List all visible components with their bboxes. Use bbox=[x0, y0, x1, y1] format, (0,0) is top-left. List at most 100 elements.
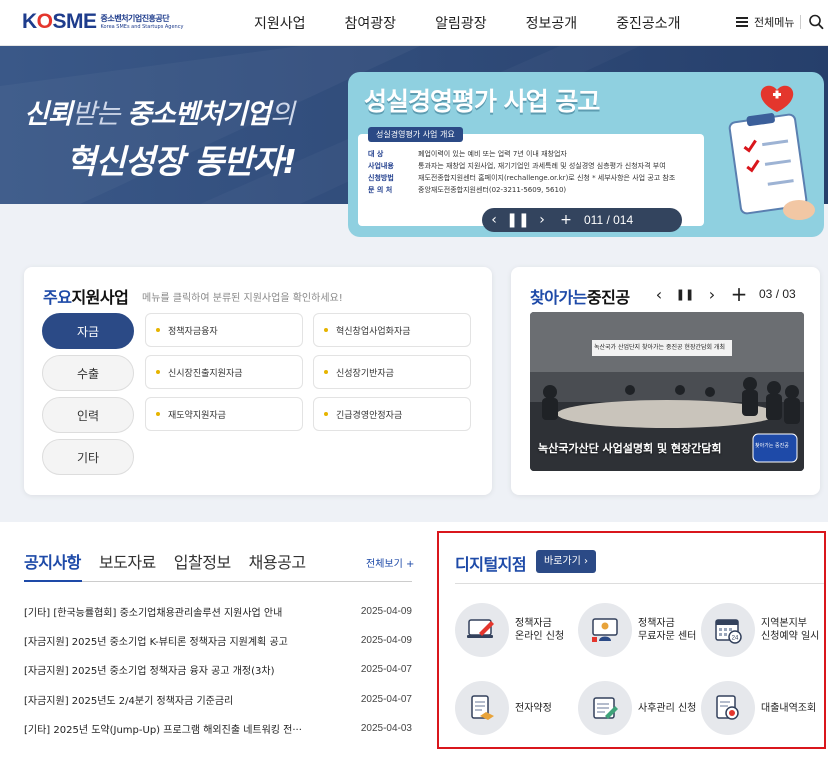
bullet-dot-icon bbox=[156, 370, 160, 374]
tab-press[interactable]: 보도자료 bbox=[99, 549, 156, 573]
pause-icon[interactable]: ❚❚ bbox=[676, 283, 694, 305]
nav-news[interactable]: 알림광장 bbox=[435, 13, 487, 33]
active-tab-underline bbox=[24, 580, 82, 582]
service-label-line2: 신청예약 일시 bbox=[761, 631, 820, 642]
pause-icon[interactable]: ❚❚ bbox=[506, 208, 530, 232]
program-label: 신성장기반자금 bbox=[336, 368, 394, 379]
all-menu-button[interactable]: 전체메뉴 bbox=[736, 14, 794, 30]
service-consulting-center[interactable]: 정책자금 무료자문 센터 bbox=[578, 603, 696, 657]
banner-row: 사업내용 통과자는 재창업 지원사업, 재기기업인 과세특례 및 성실경영 심층평… bbox=[368, 160, 698, 172]
view-all-link[interactable]: 전체보기 + bbox=[366, 555, 414, 570]
category-tab-export[interactable]: 수출 bbox=[42, 355, 134, 391]
chevron-left-icon[interactable]: ‹ bbox=[482, 208, 506, 232]
tab-recruit[interactable]: 채용공고 bbox=[249, 549, 306, 573]
photo-badge-text: 찾아가는 중진공 bbox=[755, 443, 789, 449]
svg-text:24: 24 bbox=[732, 636, 739, 642]
bullet-dot-icon bbox=[324, 412, 328, 416]
banner-row-key: 신청방법 bbox=[368, 174, 394, 182]
bullet-dot-icon bbox=[324, 370, 328, 374]
notice-date: 2025-04-07 bbox=[360, 663, 412, 675]
plus-icon[interactable]: + bbox=[554, 208, 578, 232]
service-label: 지역본지부신청예약 일시 bbox=[761, 617, 819, 643]
aftercare-icon bbox=[578, 681, 632, 735]
program-item[interactable]: 재도약지원자금 bbox=[145, 397, 303, 431]
program-item[interactable]: 정책자금융자 bbox=[145, 313, 303, 347]
search-icon[interactable] bbox=[808, 13, 824, 31]
plus-icon[interactable]: + bbox=[730, 282, 748, 306]
visit-title: 찾아가는중진공 bbox=[530, 284, 630, 308]
notice-title: [기타] [한국능률협회] 중소기업채용관리솔루션 지원사업 안내 bbox=[24, 607, 283, 619]
category-tab-funding[interactable]: 자금 bbox=[42, 313, 134, 349]
hamburger-icon bbox=[736, 17, 748, 27]
service-e-contract[interactable]: 전자약정 bbox=[455, 681, 552, 735]
notice-item[interactable]: [자금지원] 2025년 중소기업 K-뷰티론 정책자금 지원계획 공고 2025… bbox=[24, 631, 412, 649]
banner-row-key: 대 상 bbox=[368, 150, 384, 158]
program-item[interactable]: 신시장진출지원자금 bbox=[145, 355, 303, 389]
program-item[interactable]: 혁신창업사업화자금 bbox=[313, 313, 471, 347]
visit-title-rest: 중진공 bbox=[586, 288, 630, 307]
chevron-left-icon[interactable]: ‹ bbox=[650, 283, 668, 305]
consulting-center-icon bbox=[578, 603, 632, 657]
digital-branch-title: 디지털지점 bbox=[455, 555, 527, 574]
main-support-card: 주요지원사업 메뉴를 클릭하여 분류된 지원사업을 확인하세요! 자금 수출 인… bbox=[24, 267, 492, 495]
logo-subtitle: 중소벤처기업진흥공단 Korea SMEs and Startups Agenc… bbox=[101, 14, 184, 30]
tab-bids[interactable]: 입찰정보 bbox=[174, 549, 231, 573]
site-header: KOSME 중소벤처기업진흥공단 Korea SMEs and Startups… bbox=[0, 0, 828, 46]
notice-date: 2025-04-09 bbox=[360, 605, 412, 617]
banner-row: 대 상 폐업이력이 있는 예비 또는 업력 7년 이내 재창업자 bbox=[368, 148, 698, 160]
service-aftercare[interactable]: 사후관리 신청 bbox=[578, 681, 696, 735]
page-root: KOSME 중소벤처기업진흥공단 Korea SMEs and Startups… bbox=[0, 0, 828, 768]
notice-tabs: 공지사항 보도자료 입찰정보 채용공고 bbox=[24, 549, 324, 573]
online-application-icon bbox=[455, 603, 509, 657]
banner-row-key: 사업내용 bbox=[368, 162, 394, 170]
slogan-line-1: 신뢰받는 중소벤처기업의 bbox=[24, 92, 296, 131]
promo-banner[interactable]: 성실경영평가 사업 공고 성실경영평가 사업 개요 대 상 폐업이력이 있는 예비… bbox=[348, 72, 824, 237]
notice-item[interactable]: [기타] [한국능률협회] 중소기업채용관리솔루션 지원사업 안내 2025-04… bbox=[24, 602, 412, 620]
bullet-dot-icon bbox=[156, 412, 160, 416]
banner-row-value: 폐업이력이 있는 예비 또는 업력 7년 이내 재창업자 bbox=[418, 150, 567, 158]
visiting-kosme-card: 찾아가는중진공 ‹ ❚❚ › + 03 / 03 녹산국가 산업단지 찾아가는 … bbox=[511, 267, 820, 495]
nav-disclosure[interactable]: 정보공개 bbox=[526, 13, 578, 33]
chevron-right-icon[interactable]: › bbox=[530, 208, 554, 232]
service-loan-history[interactable]: 대출내역조회 bbox=[701, 681, 816, 735]
logo-wordmark: KOSME bbox=[22, 10, 97, 33]
notice-title: [자금지원] 2025년 중소기업 정책자금 융자 공고 개정(3차) bbox=[24, 665, 275, 677]
hero-slogan: 신뢰받는 중소벤처기업의 혁신성장 동반자! bbox=[24, 92, 297, 183]
program-item[interactable]: 긴급경영안정자금 bbox=[313, 397, 471, 431]
banner-row-key: 문 의 처 bbox=[368, 186, 393, 194]
visit-counter: 03 / 03 bbox=[759, 287, 796, 301]
notice-item[interactable]: [자금지원] 2025년 중소기업 정책자금 융자 공고 개정(3차) 2025-… bbox=[24, 660, 412, 678]
program-label: 재도약지원자금 bbox=[168, 410, 226, 421]
global-nav: 지원사업 참여광장 알림광장 정보공개 중진공소개 bbox=[254, 0, 720, 46]
notice-item[interactable]: [기타] 2025년 도약(Jump-Up) 프로그램 해외진출 네트워킹 전·… bbox=[24, 719, 412, 737]
service-label: 정책자금 온라인 신청 bbox=[515, 617, 564, 643]
service-label-line1: 정책자금 bbox=[638, 618, 675, 629]
banner-row: 신청방법 재도전종합지원센터 홈페이지(rechallenge.or.kr)로 신… bbox=[368, 172, 698, 184]
visit-title-blue: 찾아가는 bbox=[530, 288, 587, 307]
slogan-strong-1: 신뢰 bbox=[24, 99, 73, 130]
bullet-dot-icon bbox=[156, 328, 160, 332]
nav-support[interactable]: 지원사업 bbox=[254, 13, 306, 33]
main-support-title: 주요지원사업 bbox=[43, 284, 129, 308]
main-support-title-blue: 주요 bbox=[43, 288, 72, 307]
tab-notices[interactable]: 공지사항 bbox=[24, 549, 81, 573]
main-support-description: 메뉴를 클릭하여 분류된 지원사업을 확인하세요! bbox=[142, 293, 343, 304]
service-calendar-reservation[interactable]: 24 지역본지부신청예약 일시 bbox=[701, 603, 819, 657]
category-tab-other[interactable]: 기타 bbox=[42, 439, 134, 475]
notice-item[interactable]: [자금지원] 2025년도 2/4분기 정책자금 기준금리 2025-04-07 bbox=[24, 690, 412, 708]
nav-participation[interactable]: 참여광장 bbox=[345, 13, 397, 33]
visit-photo[interactable]: 녹산국가 산업단지 찾아가는 중진공 현장간담회 개최 찾아가는 중진공 녹산국… bbox=[530, 312, 804, 471]
photo-banner-text: 녹산국가 산업단지 찾아가는 중진공 현장간담회 개최 bbox=[594, 344, 725, 351]
kosme-logo[interactable]: KOSME 중소벤처기업진흥공단 Korea SMEs and Startups… bbox=[22, 10, 183, 34]
banner-row-value: 재도전종합지원센터 홈페이지(rechallenge.or.kr)로 신청 * … bbox=[418, 174, 676, 182]
chevron-right-icon[interactable]: › bbox=[703, 283, 721, 305]
go-button[interactable]: 바로가기 › bbox=[536, 550, 596, 573]
banner-row: 문 의 처 중앙재도전종합지원센터(02-3211-5609, 5610) bbox=[368, 184, 698, 196]
notice-date: 2025-04-09 bbox=[360, 634, 412, 646]
program-item[interactable]: 신성장기반자금 bbox=[313, 355, 471, 389]
category-tab-workforce[interactable]: 인력 bbox=[42, 397, 134, 433]
service-label: 대출내역조회 bbox=[761, 702, 817, 714]
service-online-application[interactable]: 정책자금 온라인 신청 bbox=[455, 603, 564, 657]
service-label-line1: 지역본지부 bbox=[761, 618, 807, 629]
nav-about[interactable]: 중진공소개 bbox=[616, 13, 680, 33]
